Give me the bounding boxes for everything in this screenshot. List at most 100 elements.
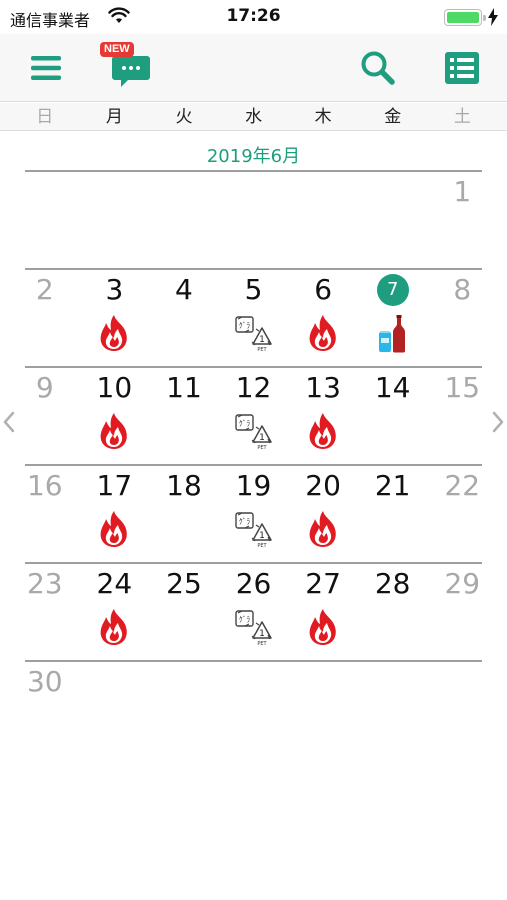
svg-text:1: 1	[259, 531, 265, 541]
garbage-type-icons: ｸﾞﾗ 1 PET	[219, 412, 289, 452]
weekday-thu: 木	[314, 107, 332, 127]
weekday-fri: 金	[384, 107, 402, 127]
menu-icon	[31, 56, 61, 80]
calendar-week-row: 9 10 11 12 ｸﾞﾗ 1 PET 13 14 15	[10, 366, 497, 464]
calendar-day[interactable]: 6	[288, 268, 358, 366]
calendar-day[interactable]: 5 ｸﾞﾗ 1 PET	[219, 268, 289, 366]
calendar-day[interactable]: 3	[80, 268, 150, 366]
weekday-sat: 土	[453, 107, 471, 127]
calendar-day[interactable]: 26 ｸﾞﾗ 1 PET	[219, 562, 289, 660]
calendar-day[interactable]: 17	[80, 464, 150, 562]
date-number: 20	[305, 469, 341, 502]
svg-text:1: 1	[259, 335, 265, 345]
calendar-day[interactable]: 28	[358, 562, 428, 660]
calendar-day[interactable]: 18	[149, 464, 219, 562]
date-number: 21	[374, 469, 411, 502]
calendar-day[interactable]: 10	[80, 366, 150, 464]
calendar-day[interactable]: 25	[149, 562, 219, 660]
menu-button[interactable]	[28, 50, 64, 86]
calendar-day[interactable]: 20	[288, 464, 358, 562]
recycle-paper-pet-icon: ｸﾞﾗ 1 PET	[234, 610, 272, 647]
weekday-header: 日 月 火 水 木 金 土	[0, 103, 507, 131]
calendar-day[interactable]: 12 ｸﾞﾗ 1 PET	[219, 366, 289, 464]
today-date-number: 7	[376, 274, 409, 306]
calendar-day[interactable]: 22	[427, 464, 497, 562]
garbage-type-icons	[288, 314, 358, 352]
search-button[interactable]	[358, 48, 398, 88]
calendar-day[interactable]: 1	[427, 170, 497, 268]
recycle-paper-pet-icon: ｸﾞﾗ 1 PET	[234, 316, 272, 353]
new-badge: NEW	[100, 42, 134, 57]
date-number: 15	[444, 371, 481, 404]
garbage-type-icons	[288, 608, 358, 646]
news-chat-button[interactable]: NEW	[100, 42, 152, 92]
calendar-grid: 1 2 3 4 5 ｸﾞﾗ 1 PET 6 7 8 9 10 11 12 ｸﾞﾗ 1 PET 13 14 15 16 17 1…	[10, 170, 497, 758]
list-view-button[interactable]	[444, 50, 480, 86]
garbage-type-icons	[288, 412, 358, 450]
date-number: 16	[26, 469, 63, 502]
svg-text:ｸﾞﾗ: ｸﾞﾗ	[238, 419, 249, 428]
calendar-day[interactable]: 13	[288, 366, 358, 464]
date-number: 19	[235, 469, 272, 502]
calendar-day[interactable]: 2	[10, 268, 80, 366]
calendar-day[interactable]: 29	[427, 562, 497, 660]
calendar-day[interactable]: 30	[10, 660, 80, 758]
calendar-day[interactable]: 4	[149, 268, 219, 366]
date-number: 3	[105, 273, 124, 306]
date-number: 1	[453, 175, 472, 208]
svg-text:1: 1	[259, 629, 265, 639]
date-number: 5	[244, 273, 263, 306]
svg-text:PET: PET	[257, 641, 267, 647]
date-number: 22	[444, 469, 481, 502]
calendar-day[interactable]: 23	[10, 562, 80, 660]
calendar-day[interactable]: 9	[10, 366, 80, 464]
weekday-mon: 月	[105, 107, 123, 127]
calendar-day[interactable]: 27	[288, 562, 358, 660]
garbage-type-icons	[80, 608, 150, 646]
date-number: 29	[444, 567, 481, 600]
date-number: 4	[175, 273, 193, 306]
svg-text:PET: PET	[257, 445, 267, 451]
calendar-day[interactable]: 14	[358, 366, 428, 464]
calendar-day[interactable]: 16	[10, 464, 80, 562]
svg-text:PET: PET	[257, 543, 267, 549]
can-bottle-icon	[378, 315, 405, 353]
calendar-day[interactable]: 19 ｸﾞﾗ 1 PET	[219, 464, 289, 562]
date-number: 23	[26, 567, 63, 600]
date-number: 26	[235, 567, 272, 600]
search-icon	[361, 51, 395, 85]
date-number: 25	[166, 567, 202, 600]
date-number: 13	[305, 371, 341, 404]
garbage-type-icons	[80, 510, 150, 548]
month-title: 2019年6月	[206, 146, 301, 167]
garbage-type-icons	[80, 412, 150, 450]
date-number: 27	[305, 567, 341, 600]
date-number: 9	[35, 371, 54, 404]
burnable-fire-icon	[309, 315, 336, 351]
date-number: 24	[96, 567, 133, 600]
date-number: 10	[96, 371, 133, 404]
calendar-day[interactable]: 21	[358, 464, 428, 562]
calendar-day[interactable]: 11	[149, 366, 219, 464]
status-bar: 通信事業者 17:26	[0, 0, 507, 34]
recycle-paper-pet-icon: ｸﾞﾗ 1 PET	[234, 414, 272, 451]
burnable-fire-icon	[100, 511, 128, 547]
calendar-week-row: 23 24 25 26 ｸﾞﾗ 1 PET 27 28 29	[10, 562, 497, 660]
calendar-day[interactable]: 15	[427, 366, 497, 464]
calendar-day[interactable]: 7	[358, 268, 428, 366]
date-number: 30	[26, 665, 63, 698]
burnable-fire-icon	[100, 609, 128, 645]
calendar-week-row: 16 17 18 19 ｸﾞﾗ 1 PET 20 21 22	[10, 464, 497, 562]
calendar-day[interactable]: 24	[80, 562, 150, 660]
calendar-day[interactable]: 8	[427, 268, 497, 366]
garbage-type-icons	[288, 510, 358, 548]
list-icon	[445, 52, 479, 84]
burnable-fire-icon	[309, 413, 336, 449]
toolbar: NEW	[0, 34, 507, 102]
calendar-week-row: 2 3 4 5 ｸﾞﾗ 1 PET 6 7 8	[10, 268, 497, 366]
calendar-week-row: 1	[10, 170, 497, 268]
date-number: 6	[314, 273, 333, 306]
date-number: 18	[166, 469, 202, 502]
burnable-fire-icon	[309, 511, 336, 547]
date-number: 11	[166, 371, 202, 404]
